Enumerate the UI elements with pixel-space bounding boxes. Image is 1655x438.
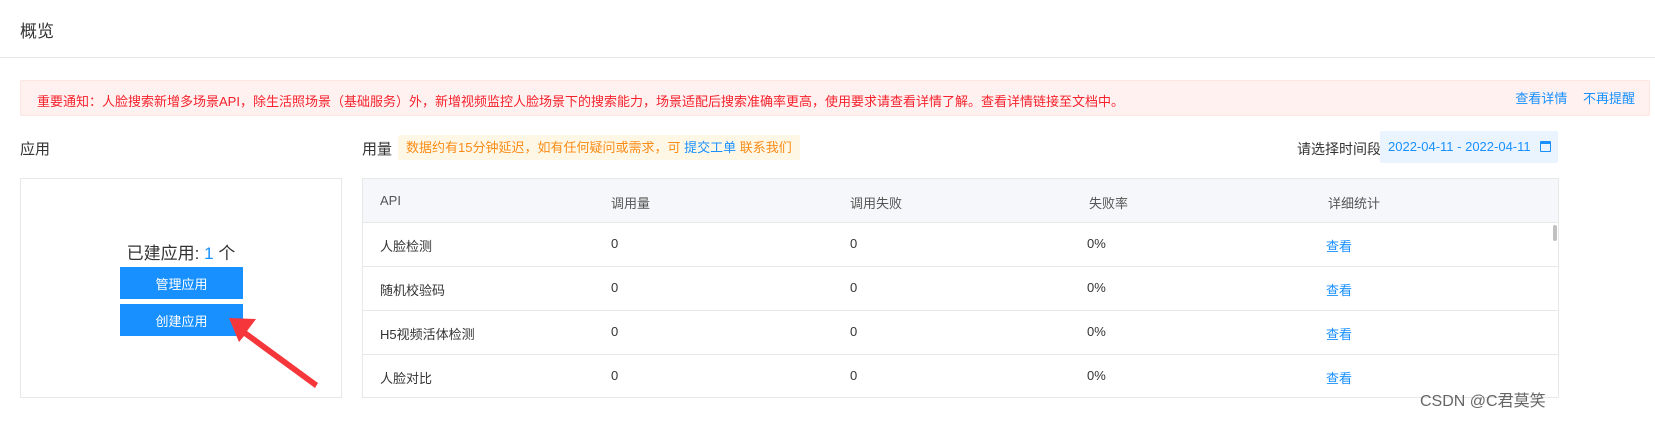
dismiss-notice-link[interactable]: 不再提醒 [1583, 91, 1635, 106]
usage-table: API 调用量 调用失败 失败率 详细统计 人脸检测 0 0 0% 查看 随机校… [362, 178, 1559, 398]
cell-calls: 0 [611, 368, 619, 383]
view-stats-link[interactable]: 查看 [1326, 324, 1352, 343]
page-title: 概览 [20, 22, 54, 41]
app-count-number: 1 [204, 244, 214, 263]
column-header-fail-rate: 失败率 [1089, 196, 1129, 211]
cell-failures: 0 [850, 280, 858, 295]
cell-fail-rate: 0% [1087, 324, 1106, 339]
column-header-calls: 调用量 [611, 196, 651, 211]
table-row: 人脸检测 0 0 0% 查看 [363, 223, 1558, 267]
view-stats-link[interactable]: 查看 [1326, 280, 1352, 299]
cell-api: H5视频活体检测 [380, 327, 475, 342]
column-header-failures: 调用失败 [850, 196, 903, 211]
usage-note-text: 数据约有15分钟延迟，如有任何疑问或需求，可 [406, 140, 685, 155]
date-range-picker[interactable]: 2022-04-11 - 2022-04-11 [1380, 131, 1558, 163]
cell-calls: 0 [611, 236, 619, 251]
page-header: 概览 [0, 0, 1655, 58]
cell-calls: 0 [611, 280, 619, 295]
usage-section-title: 用量 [362, 141, 393, 158]
view-details-link[interactable]: 查看详情 [1515, 91, 1567, 106]
table-row: 人脸对比 0 0 0% 查看 [363, 355, 1558, 397]
notice-text: 重要通知：人脸搜索新增多场景API，除生活照场景（基础服务）外，新增视频监控人脸… [37, 94, 1124, 109]
cell-failures: 0 [850, 324, 858, 339]
cell-fail-rate: 0% [1087, 236, 1106, 251]
usage-delay-note: 数据约有15分钟延迟，如有任何疑问或需求，可 提交工单 联系我们 [398, 135, 800, 160]
column-header-details: 详细统计 [1328, 196, 1381, 211]
view-stats-link[interactable]: 查看 [1326, 236, 1352, 255]
submit-ticket-link[interactable]: 提交工单 [684, 140, 736, 155]
apps-card: 已建应用: 1 个 管理应用 创建应用 [20, 178, 342, 398]
column-header-api: API [380, 193, 401, 208]
cell-failures: 0 [850, 236, 858, 251]
manage-apps-button[interactable]: 管理应用 [120, 267, 243, 299]
cell-failures: 0 [850, 368, 858, 383]
watermark: CSDN @C君莫笑 [1420, 393, 1546, 410]
time-range-label: 请选择时间段 [1297, 141, 1381, 157]
table-scrollbar[interactable] [1551, 223, 1557, 397]
view-stats-link[interactable]: 查看 [1326, 368, 1352, 387]
contact-us-text: 联系我们 [736, 140, 792, 155]
apps-section-title: 应用 [20, 141, 51, 158]
scrollbar-thumb[interactable] [1553, 225, 1557, 241]
cell-api: 人脸对比 [380, 371, 433, 386]
cell-api: 随机校验码 [380, 283, 446, 298]
table-row: 随机校验码 0 0 0% 查看 [363, 267, 1558, 311]
table-row: H5视频活体检测 0 0 0% 查看 [363, 311, 1558, 355]
notice-links: 查看详情 不再提醒 [1503, 88, 1635, 107]
cell-fail-rate: 0% [1087, 280, 1106, 295]
table-header: API 调用量 调用失败 失败率 详细统计 [363, 179, 1558, 223]
create-app-button[interactable]: 创建应用 [120, 304, 243, 336]
notice-banner: 重要通知：人脸搜索新增多场景API，除生活照场景（基础服务）外，新增视频监控人脸… [20, 80, 1650, 116]
cell-calls: 0 [611, 324, 619, 339]
date-range-value: 2022-04-11 - 2022-04-11 [1388, 139, 1531, 154]
app-count-unit: 个 [213, 244, 236, 263]
cell-fail-rate: 0% [1087, 368, 1106, 383]
app-count-label: 已建应用: [126, 244, 205, 263]
app-count: 已建应用: 1 个 [21, 239, 341, 264]
calendar-icon [1540, 141, 1551, 152]
cell-api: 人脸检测 [380, 239, 433, 254]
